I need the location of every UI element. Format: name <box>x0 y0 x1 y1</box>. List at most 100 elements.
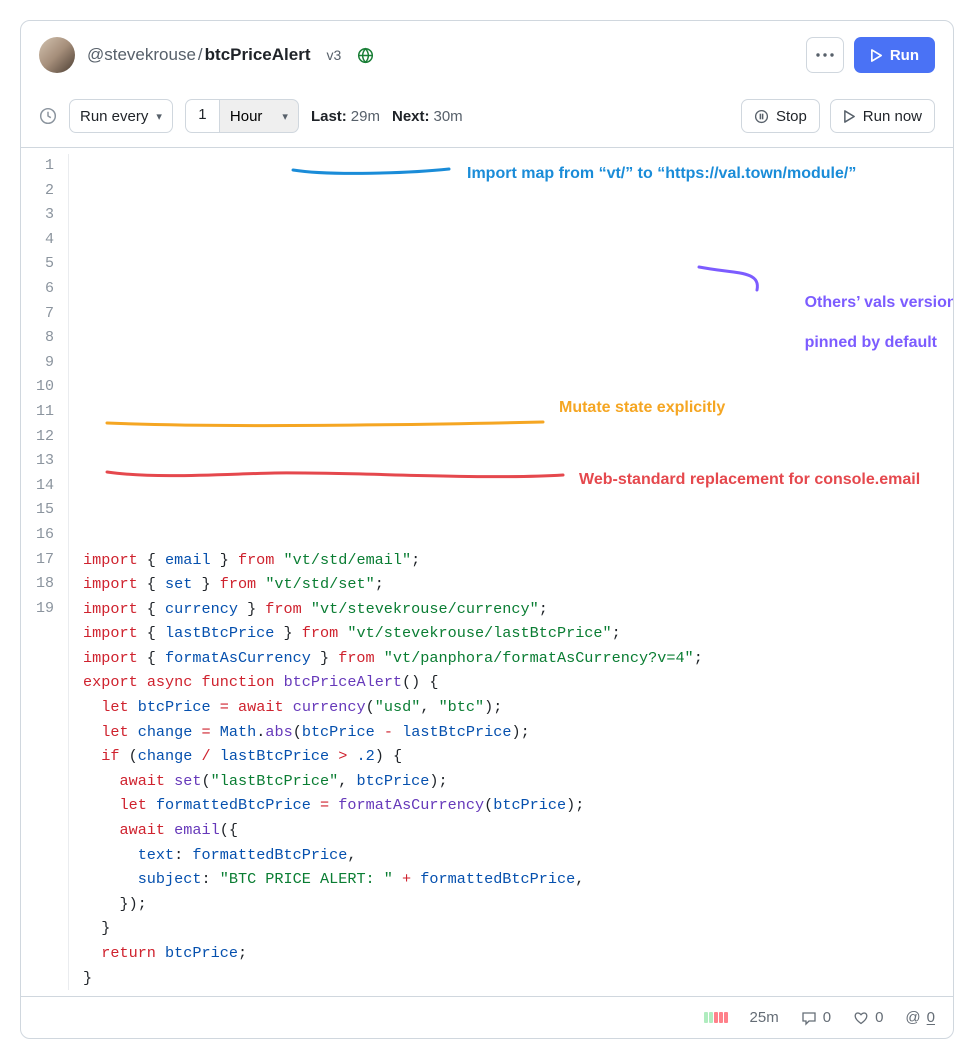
at-icon: @ <box>905 1009 920 1026</box>
stop-icon <box>754 109 769 124</box>
run-every-label: Run every <box>80 108 148 125</box>
header-left: @stevekrouse/btcPriceAlert v3 <box>39 37 374 73</box>
import-map-underline <box>291 166 451 178</box>
line-number: 13 <box>21 449 54 474</box>
version-pin-line2: pinned by default <box>805 334 937 351</box>
chevron-down-icon: ▾ <box>156 110 162 123</box>
line-number: 1 <box>21 154 54 179</box>
refs-stat[interactable]: @ 0 <box>905 1009 935 1026</box>
play-icon <box>870 49 883 62</box>
schedule-bar: Run every ▾ 1 Hour ▾ Last:29m Next:30m S… <box>21 89 953 148</box>
ellipsis-icon <box>816 53 834 57</box>
code-line[interactable]: let change = Math.abs(btcPrice - lastBtc… <box>83 720 953 745</box>
last-label: Last: <box>311 108 347 125</box>
card-header: @stevekrouse/btcPriceAlert v3 Run <box>21 21 953 89</box>
line-number: 10 <box>21 375 54 400</box>
line-number: 15 <box>21 498 54 523</box>
interval-value-input[interactable]: 1 <box>185 99 219 133</box>
code-line[interactable]: if (change / lastBtcPrice > .2) { <box>83 744 953 769</box>
line-number: 18 <box>21 572 54 597</box>
line-number: 12 <box>21 425 54 450</box>
version-pin-underline <box>695 264 763 296</box>
stop-button[interactable]: Stop <box>741 99 820 133</box>
line-number: 16 <box>21 523 54 548</box>
next-run-meta: Next:30m <box>392 108 463 125</box>
line-number: 19 <box>21 597 54 622</box>
code-line[interactable]: return btcPrice; <box>83 941 953 966</box>
health-bar-ok <box>709 1012 713 1023</box>
interval-unit-label: Hour <box>230 108 263 125</box>
age-value: 25m <box>750 1009 779 1026</box>
code-line[interactable]: subject: "BTC PRICE ALERT: " + formatted… <box>83 867 953 892</box>
email-underline <box>105 468 565 482</box>
code-line[interactable]: import { email } from "vt/std/email"; <box>83 548 953 573</box>
chevron-down-icon: ▾ <box>282 110 288 123</box>
line-number: 3 <box>21 203 54 228</box>
globe-icon[interactable] <box>357 47 374 64</box>
clock-icon <box>39 107 57 125</box>
avatar[interactable] <box>39 37 75 73</box>
code-line[interactable]: let btcPrice = await currency("usd", "bt… <box>83 695 953 720</box>
comments-stat[interactable]: 0 <box>801 1009 831 1026</box>
code-line[interactable]: } <box>83 966 953 991</box>
comment-icon <box>801 1010 817 1026</box>
run-button[interactable]: Run <box>854 37 935 73</box>
code-line[interactable]: import { formatAsCurrency } from "vt/pan… <box>83 646 953 671</box>
last-run-meta: Last:29m <box>311 108 380 125</box>
line-number: 4 <box>21 228 54 253</box>
last-value: 29m <box>351 108 380 125</box>
card-footer: 25m 0 0 @ 0 <box>21 996 953 1038</box>
line-gutter: 12345678910111213141516171819 <box>21 154 69 990</box>
health-bar-ok <box>704 1012 708 1023</box>
line-number: 17 <box>21 548 54 573</box>
header-right: Run <box>806 37 935 73</box>
heart-icon <box>853 1010 869 1026</box>
line-number: 14 <box>21 474 54 499</box>
code-line[interactable]: text: formattedBtcPrice, <box>83 843 953 868</box>
schedule-right: Stop Run now <box>741 99 935 133</box>
val-title: @stevekrouse/btcPriceAlert <box>87 45 310 65</box>
version-pin-annotation: Others’ vals version- pinned by default <box>769 273 954 373</box>
code-line[interactable]: import { currency } from "vt/stevekrouse… <box>83 597 953 622</box>
interval-unit-select[interactable]: Hour ▾ <box>219 99 299 133</box>
code-line[interactable]: import { lastBtcPrice } from "vt/stevekr… <box>83 621 953 646</box>
line-number: 9 <box>21 351 54 376</box>
health-bar-fail <box>724 1012 728 1023</box>
stop-label: Stop <box>776 108 807 125</box>
health-bar-fail <box>719 1012 723 1023</box>
code-line[interactable]: let formattedBtcPrice = formatAsCurrency… <box>83 793 953 818</box>
line-number: 6 <box>21 277 54 302</box>
code-body[interactable]: Import map from “vt/” to “https://val.to… <box>69 154 953 990</box>
next-value: 30m <box>434 108 463 125</box>
run-health-bars[interactable] <box>704 1012 728 1023</box>
version-badge[interactable]: v3 <box>322 45 345 65</box>
play-icon <box>843 110 856 123</box>
run-now-label: Run now <box>863 108 922 125</box>
run-every-select[interactable]: Run every ▾ <box>69 99 173 133</box>
line-number: 11 <box>21 400 54 425</box>
interval-group: 1 Hour ▾ <box>185 99 299 133</box>
code-line[interactable]: }); <box>83 892 953 917</box>
val-name[interactable]: btcPriceAlert <box>205 45 311 64</box>
val-card: @stevekrouse/btcPriceAlert v3 Run Run ev… <box>20 20 954 1039</box>
likes-value: 0 <box>875 1009 883 1026</box>
code-area: 12345678910111213141516171819 Import map… <box>21 148 953 996</box>
run-now-button[interactable]: Run now <box>830 99 935 133</box>
code-line[interactable]: import { set } from "vt/std/set"; <box>83 572 953 597</box>
line-number: 5 <box>21 252 54 277</box>
line-number: 7 <box>21 302 54 327</box>
code-line[interactable]: await set("lastBtcPrice", btcPrice); <box>83 769 953 794</box>
next-label: Next: <box>392 108 430 125</box>
line-number: 2 <box>21 179 54 204</box>
version-pin-line1: Others’ vals version- <box>805 294 954 311</box>
line-number: 8 <box>21 326 54 351</box>
code-line[interactable]: export async function btcPriceAlert() { <box>83 670 953 695</box>
code-line[interactable]: } <box>83 916 953 941</box>
age-stat: 25m <box>750 1009 779 1026</box>
import-map-annotation: Import map from “vt/” to “https://val.to… <box>467 162 856 187</box>
owner-handle[interactable]: @stevekrouse <box>87 45 196 64</box>
likes-stat[interactable]: 0 <box>853 1009 883 1026</box>
code-line[interactable]: await email({ <box>83 818 953 843</box>
mutate-annotation: Mutate state explicitly <box>559 396 725 421</box>
more-button[interactable] <box>806 37 844 73</box>
